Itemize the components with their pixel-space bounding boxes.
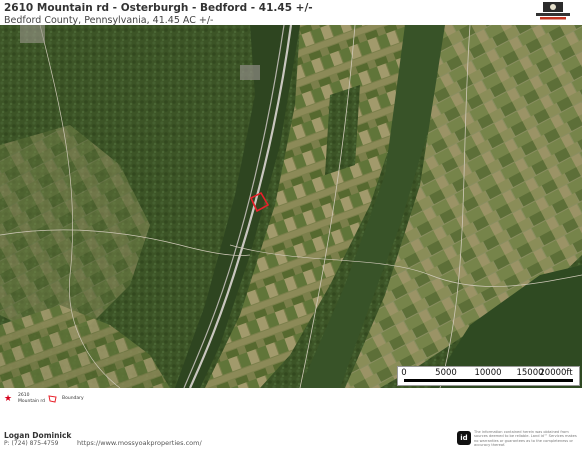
land-id-logo-icon: id xyxy=(457,431,471,445)
map-legend: ★ 2610 Mountain rd Boundary xyxy=(4,393,124,411)
website-link[interactable]: https://www.mossyoakproperties.com/ xyxy=(77,439,202,447)
scale-tick-1: 5000 xyxy=(435,368,457,378)
disclaimer-text: The information contained herein was obt… xyxy=(474,430,577,447)
scale-tick-4: 20000ft xyxy=(539,368,573,378)
mossy-oak-properties-logo-icon xyxy=(532,2,574,22)
scale-tick-0: 0 xyxy=(401,368,407,378)
agent-phone: P: (724) 875-4759 xyxy=(4,440,59,447)
map-scale-bar: 0 5000 10000 15000 20000ft xyxy=(397,366,580,386)
property-marker-star-icon: ★ xyxy=(4,394,13,404)
footer: Logan Dominick P: (724) 875-4759 https:/… xyxy=(0,425,582,450)
legend-marker-label-line1: 2610 xyxy=(18,393,30,398)
boundary-polygon-icon xyxy=(48,395,57,403)
scale-bar-line xyxy=(404,379,573,382)
page-title: 2610 Mountain rd - Osterburgh - Bedford … xyxy=(4,2,313,14)
satellite-map[interactable]: 0 5000 10000 15000 20000ft xyxy=(0,25,582,388)
agent-name: Logan Dominick xyxy=(4,431,72,440)
scale-tick-2: 10000 xyxy=(474,368,502,378)
legend-boundary-label: Boundary xyxy=(62,396,84,401)
map-header: 2610 Mountain rd - Osterburgh - Bedford … xyxy=(4,2,524,26)
legend-marker-label-line2: Mountain rd xyxy=(18,399,46,404)
